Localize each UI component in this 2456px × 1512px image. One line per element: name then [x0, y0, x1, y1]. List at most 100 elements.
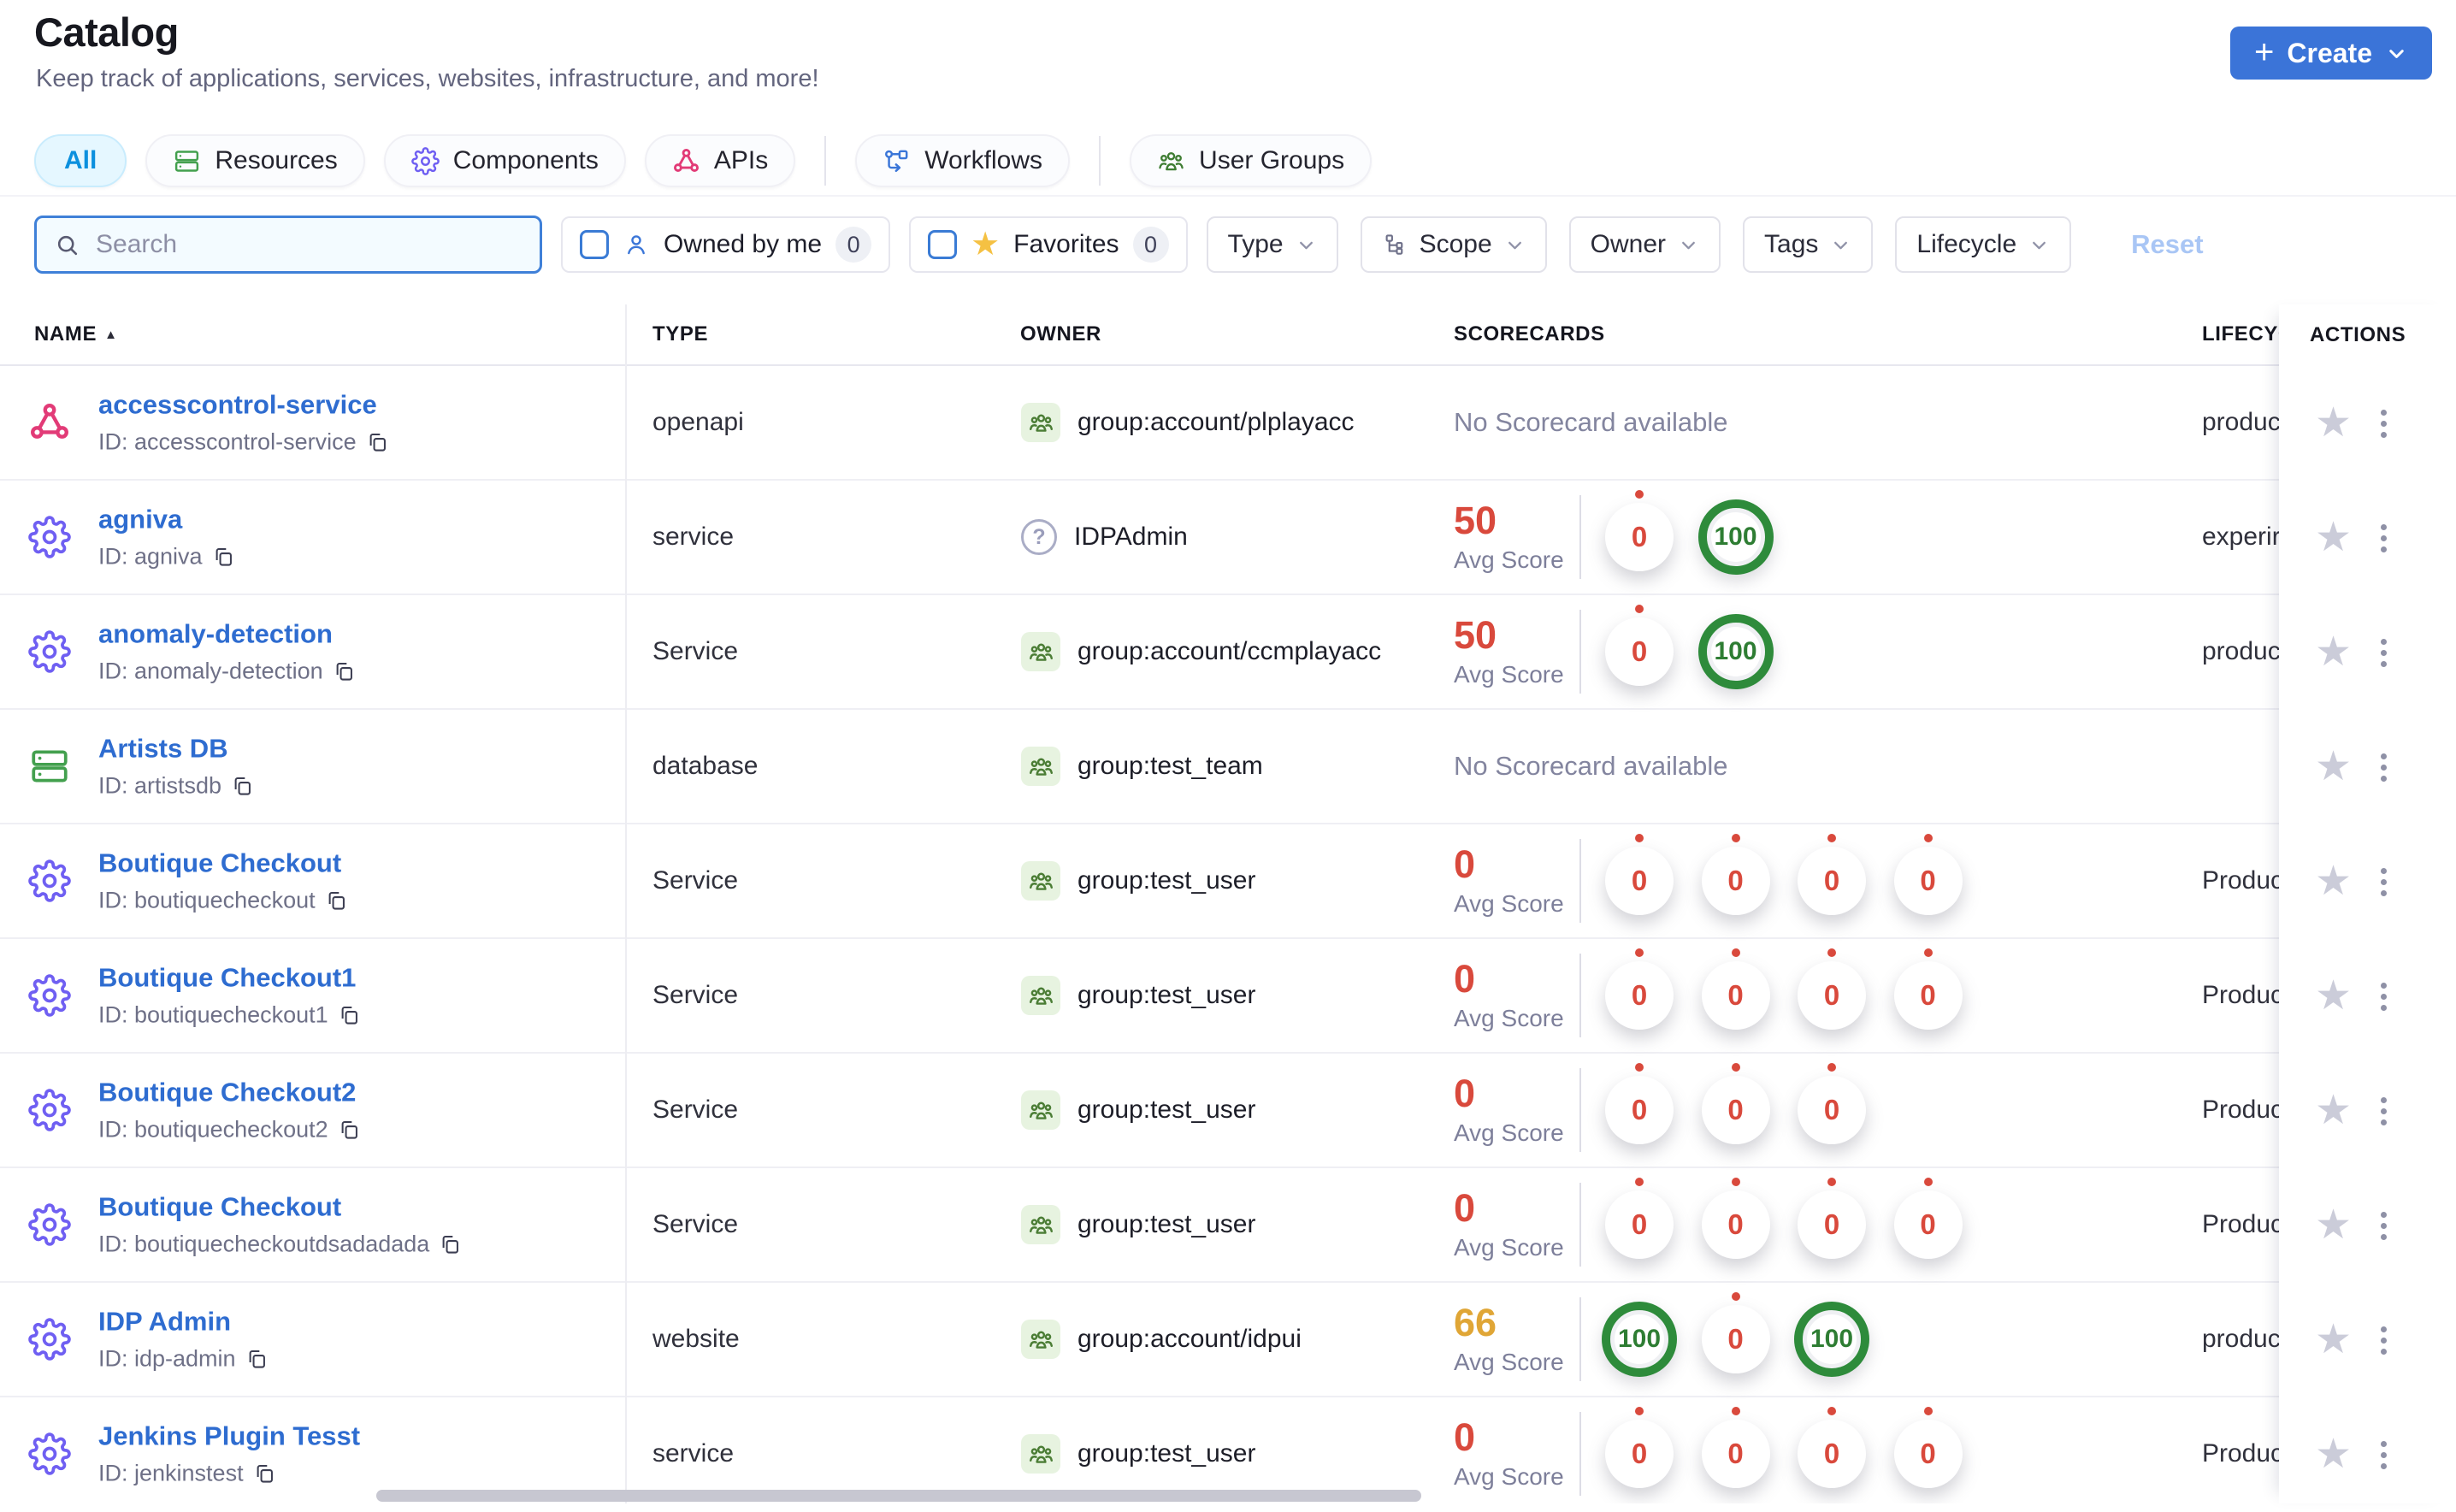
favorite-star-icon[interactable]: ★: [2315, 861, 2352, 902]
scorecard-gauge[interactable]: 0: [1798, 1178, 1866, 1259]
kebab-menu-icon[interactable]: [2376, 405, 2392, 443]
favorite-star-icon[interactable]: ★: [2315, 747, 2352, 788]
scorecard-gauge[interactable]: 0: [1605, 490, 1674, 571]
kebab-menu-icon[interactable]: [2376, 1092, 2392, 1131]
tab-components[interactable]: Components: [383, 134, 626, 187]
filter-dropdown-lifecycle[interactable]: Lifecycle: [1895, 216, 2072, 273]
copy-icon[interactable]: [338, 1004, 361, 1027]
scorecard-gauge[interactable]: 100: [1697, 499, 1774, 575]
column-header-lifecycle[interactable]: LIFECYC: [2189, 304, 2280, 364]
kebab-menu-icon[interactable]: [2376, 1436, 2392, 1474]
kebab-menu-icon[interactable]: [2376, 748, 2392, 787]
search-input[interactable]: [94, 229, 522, 260]
favorite-star-icon[interactable]: ★: [2315, 976, 2352, 1017]
scorecard-gauge[interactable]: 0: [1701, 1292, 1770, 1373]
scorecard-gauge[interactable]: 0: [1605, 1407, 1674, 1488]
scorecard-gauge[interactable]: 0: [1701, 834, 1770, 915]
filter-dropdown-tags[interactable]: Tags: [1743, 216, 1874, 273]
scorecard-gauge[interactable]: 0: [1798, 1407, 1866, 1488]
favorite-star-icon[interactable]: ★: [2315, 1434, 2352, 1475]
table-row[interactable]: Boutique Checkout2 ID: boutiquecheckout2 S…: [0, 1054, 2456, 1168]
scorecard-gauge[interactable]: 0: [1893, 834, 1963, 915]
table-row[interactable]: Boutique Checkout ID: boutiquecheckout Ser…: [0, 824, 2456, 939]
tab-all[interactable]: All: [34, 134, 127, 187]
scorecard-gauge[interactable]: 100: [1602, 1302, 1677, 1377]
copy-icon[interactable]: [245, 1348, 269, 1371]
entity-name-link[interactable]: Boutique Checkout: [98, 1192, 462, 1223]
scorecard-gauge[interactable]: 0: [1893, 1178, 1963, 1259]
scorecard-gauge[interactable]: 0: [1701, 1407, 1770, 1488]
favorite-star-icon[interactable]: ★: [2315, 1205, 2352, 1246]
column-header-type[interactable]: TYPE: [652, 322, 708, 346]
kebab-menu-icon[interactable]: [2376, 863, 2392, 901]
copy-icon[interactable]: [366, 431, 389, 454]
copy-icon[interactable]: [439, 1233, 462, 1256]
scorecard-gauge[interactable]: 0: [1605, 605, 1674, 686]
filter-dropdown-owner[interactable]: Owner: [1568, 216, 1721, 273]
scorecard-gauge[interactable]: 0: [1798, 834, 1866, 915]
tab-workflows[interactable]: Workflows: [855, 134, 1071, 187]
favorite-star-icon[interactable]: ★: [2315, 1090, 2352, 1131]
favorites-checkbox[interactable]: [928, 230, 958, 259]
scorecard-gauge[interactable]: 0: [1798, 948, 1866, 1030]
scorecard-gauge[interactable]: 0: [1701, 948, 1770, 1030]
favorite-star-icon[interactable]: ★: [2315, 1320, 2352, 1361]
filter-dropdown-type[interactable]: Type: [1206, 216, 1338, 273]
entity-name-link[interactable]: Boutique Checkout2: [98, 1078, 361, 1108]
tab-apis[interactable]: APIs: [644, 134, 796, 187]
entity-name-link[interactable]: anomaly-detection: [98, 619, 356, 650]
scorecard-gauge[interactable]: 0: [1605, 834, 1674, 915]
kebab-menu-icon[interactable]: [2376, 519, 2392, 558]
table-row[interactable]: agniva ID: agniva service? IDPAdmin 50 Avg Sc…: [0, 481, 2456, 595]
scorecard-gauge[interactable]: 100: [1794, 1302, 1869, 1377]
create-button[interactable]: + Create: [2230, 27, 2432, 80]
favorite-star-icon[interactable]: ★: [2315, 632, 2352, 673]
scorecard-gauge[interactable]: 0: [1701, 1063, 1770, 1144]
copy-icon[interactable]: [325, 889, 348, 913]
search-box[interactable]: [34, 216, 542, 274]
scorecard-gauge[interactable]: 0: [1605, 1063, 1674, 1144]
column-header-owner[interactable]: OWNER: [1020, 322, 1101, 346]
column-header-name[interactable]: NAME ▲: [34, 322, 118, 346]
entity-name-link[interactable]: IDP Admin: [98, 1307, 269, 1338]
entity-name-link[interactable]: Jenkins Plugin Tesst: [98, 1421, 360, 1452]
entity-name-link[interactable]: agniva: [98, 505, 235, 535]
column-header-scorecards[interactable]: SCORECARDS: [1454, 322, 1605, 346]
kebab-menu-icon[interactable]: [2376, 634, 2392, 672]
kebab-menu-icon[interactable]: [2376, 1207, 2392, 1245]
favorites-filter[interactable]: ★ Favorites 0: [909, 216, 1188, 273]
table-row[interactable]: Boutique Checkout ID: boutiquecheckoutdsa…: [0, 1168, 2456, 1283]
owned-by-me-filter[interactable]: Owned by me 0: [561, 216, 891, 273]
table-row[interactable]: anomaly-detection ID: anomaly-detection Se…: [0, 595, 2456, 710]
horizontal-scrollbar[interactable]: [376, 1490, 1421, 1502]
kebab-menu-icon[interactable]: [2376, 1321, 2392, 1360]
favorite-star-icon[interactable]: ★: [2315, 403, 2352, 444]
table-row[interactable]: Jenkins Plugin Tesst ID: jenkinstest servi…: [0, 1397, 2456, 1503]
owned-by-me-checkbox[interactable]: [580, 230, 609, 259]
copy-icon[interactable]: [253, 1462, 276, 1485]
favorite-star-icon[interactable]: ★: [2315, 517, 2352, 558]
scorecard-gauge[interactable]: 0: [1893, 948, 1963, 1030]
scorecard-gauge[interactable]: 0: [1893, 1407, 1963, 1488]
copy-icon[interactable]: [212, 546, 235, 569]
tab-resources[interactable]: Resources: [145, 134, 365, 187]
table-row[interactable]: Boutique Checkout1 ID: boutiquecheckout1 S…: [0, 939, 2456, 1054]
scorecard-gauge[interactable]: 100: [1697, 614, 1774, 689]
copy-icon[interactable]: [333, 660, 356, 683]
tab-user-groups[interactable]: User Groups: [1130, 134, 1373, 187]
reset-filters-button[interactable]: Reset: [2126, 228, 2208, 261]
scorecard-gauge[interactable]: 0: [1798, 1063, 1866, 1144]
copy-icon[interactable]: [231, 775, 254, 798]
scorecard-gauge[interactable]: 0: [1701, 1178, 1770, 1259]
table-row[interactable]: IDP Admin ID: idp-admin website group:accou…: [0, 1283, 2456, 1397]
scorecard-gauge[interactable]: 0: [1605, 1178, 1674, 1259]
copy-icon[interactable]: [338, 1119, 361, 1142]
entity-name-link[interactable]: Artists DB: [98, 734, 254, 765]
entity-name-link[interactable]: accesscontrol-service: [98, 390, 389, 421]
scorecard-gauge[interactable]: 0: [1605, 948, 1674, 1030]
table-row[interactable]: Artists DB ID: artistsdb database group:tes…: [0, 710, 2456, 824]
table-row[interactable]: accesscontrol-service ID: accesscontrol-s…: [0, 366, 2456, 481]
filter-dropdown-scope[interactable]: Scope: [1360, 216, 1547, 273]
kebab-menu-icon[interactable]: [2376, 977, 2392, 1016]
entity-name-link[interactable]: Boutique Checkout: [98, 848, 348, 879]
